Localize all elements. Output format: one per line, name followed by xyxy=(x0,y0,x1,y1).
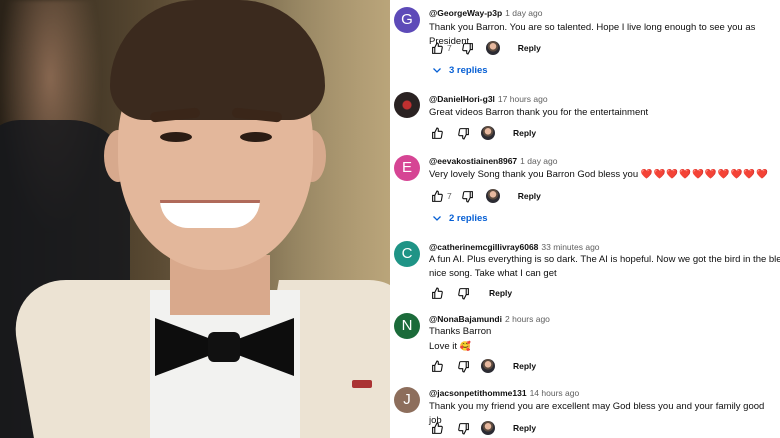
comment-meta: @GeorgeWay-p3p 1 day ago xyxy=(429,8,543,18)
comments-panel: G @GeorgeWay-p3p 1 day ago Thank you Barr… xyxy=(390,0,780,438)
comment-author[interactable]: @jacsonpetithomme131 xyxy=(429,388,527,398)
eye-right xyxy=(240,132,272,142)
comment-text: Great videos Barron thank you for the en… xyxy=(429,107,649,118)
comment-author[interactable]: @eevakostiainen8967 xyxy=(429,156,517,166)
replies-count: 2 replies xyxy=(449,212,488,224)
comment-actions: 7 ♥ Reply xyxy=(429,40,541,56)
lapel-pin xyxy=(352,380,372,388)
comment-text-line: Thanks Barron xyxy=(429,326,492,337)
thumbs-up-icon[interactable] xyxy=(429,40,445,56)
creator-heart-avatar: ♥ xyxy=(481,126,495,140)
comment-author[interactable]: @DanielHori-g3l xyxy=(429,94,495,104)
comment-text-body: Very lovely Song thank you Barron God bl… xyxy=(429,169,639,180)
reply-button[interactable]: Reply xyxy=(513,423,536,433)
view-replies-button[interactable]: 2 replies xyxy=(431,212,488,224)
heart-emojis: ❤️❤️❤️❤️❤️❤️❤️❤️❤️❤️ xyxy=(640,169,770,180)
comment-timestamp[interactable]: 1 day ago xyxy=(520,156,557,166)
smile xyxy=(160,200,260,228)
comment-meta: @eevakostiainen8967 1 day ago xyxy=(429,156,558,166)
comment-text-line: nice song. Take what I can get xyxy=(429,268,557,279)
chevron-down-icon xyxy=(433,68,441,73)
creator-heart-avatar: ♥ xyxy=(481,359,495,373)
creator-heart-avatar: ♥ xyxy=(481,421,495,435)
comment-author[interactable]: @NonaBajamundi xyxy=(429,314,502,324)
creator-heart-avatar: ♥ xyxy=(485,41,500,55)
creator-heart-avatar: ♥ xyxy=(485,189,500,203)
comment-actions: ♥ Reply xyxy=(429,420,536,436)
thumbs-down-icon[interactable] xyxy=(460,40,476,56)
thumbs-down-icon[interactable] xyxy=(455,420,471,436)
eye-left xyxy=(160,132,192,142)
thumbs-up-icon[interactable] xyxy=(429,358,445,374)
reply-button[interactable]: Reply xyxy=(489,288,512,298)
thumbs-up-icon[interactable] xyxy=(429,285,445,301)
avatar[interactable]: N xyxy=(394,313,420,339)
thumbs-up-icon[interactable] xyxy=(429,188,445,204)
avatar[interactable]: E xyxy=(394,155,420,181)
comment-text: Thanks Barron Love it 🥰 xyxy=(429,325,779,354)
comment-actions: Reply xyxy=(429,285,512,301)
comment-actions: ♥ Reply xyxy=(429,125,536,141)
avatar[interactable]: J xyxy=(394,387,420,413)
reply-button[interactable]: Reply xyxy=(513,361,536,371)
replies-count: 3 replies xyxy=(449,64,488,76)
comment-text-line: A fun AI. Plus everything is so dark. Th… xyxy=(429,254,780,265)
comment-timestamp[interactable]: 33 minutes ago xyxy=(541,242,599,252)
thumbs-down-icon[interactable] xyxy=(455,125,471,141)
avatar[interactable] xyxy=(394,92,420,118)
view-replies-button[interactable]: 3 replies xyxy=(431,64,488,76)
reply-button[interactable]: Reply xyxy=(518,191,541,201)
comment-text: A fun AI. Plus everything is so dark. Th… xyxy=(429,253,780,281)
reply-button[interactable]: Reply xyxy=(518,43,541,53)
comment-author[interactable]: @catherinemcgillivray6068 xyxy=(429,242,538,252)
hair xyxy=(110,0,325,120)
comment-timestamp[interactable]: 1 day ago xyxy=(505,8,542,18)
comment-text-body: Love it xyxy=(429,341,457,352)
comment-meta: @catherinemcgillivray6068 33 minutes ago xyxy=(429,242,600,252)
bowtie-knot xyxy=(208,332,240,362)
heart-icon: ♥ xyxy=(499,198,500,203)
heart-icon: ♥ xyxy=(494,368,495,373)
thumbs-up-icon[interactable] xyxy=(429,125,445,141)
comment-text: Very lovely Song thank you Barron God bl… xyxy=(429,168,779,182)
avatar[interactable]: G xyxy=(394,7,420,33)
comment-actions: 7 ♥ Reply xyxy=(429,188,541,204)
thumbs-down-icon[interactable] xyxy=(455,285,471,301)
like-count: 7 xyxy=(447,191,452,201)
chevron-down-icon xyxy=(433,216,441,221)
heart-icon: ♥ xyxy=(494,135,495,140)
thumbs-down-icon[interactable] xyxy=(460,188,476,204)
comment-meta: @jacsonpetithomme131 14 hours ago xyxy=(429,388,579,398)
comment-meta: @NonaBajamundi 2 hours ago xyxy=(429,314,550,324)
thumbs-up-icon[interactable] xyxy=(429,420,445,436)
comment-actions: ♥ Reply xyxy=(429,358,536,374)
video-thumbnail-photo xyxy=(0,0,390,438)
heart-icon: ♥ xyxy=(499,50,500,55)
comment-author[interactable]: @GeorgeWay-p3p xyxy=(429,8,502,18)
heart-icon: ♥ xyxy=(494,430,495,435)
comment-timestamp[interactable]: 2 hours ago xyxy=(505,314,550,324)
avatar[interactable]: C xyxy=(394,241,420,267)
thumbs-down-icon[interactable] xyxy=(455,358,471,374)
like-count: 7 xyxy=(447,43,452,53)
comment-timestamp[interactable]: 17 hours ago xyxy=(498,94,548,104)
smiling-face-with-hearts-emoji: 🥰 xyxy=(459,341,471,351)
reply-button[interactable]: Reply xyxy=(513,128,536,138)
comment-text-line: Love it 🥰 xyxy=(429,339,779,354)
comment-meta: @DanielHori-g3l 17 hours ago xyxy=(429,94,548,104)
comment-timestamp[interactable]: 14 hours ago xyxy=(530,388,580,398)
